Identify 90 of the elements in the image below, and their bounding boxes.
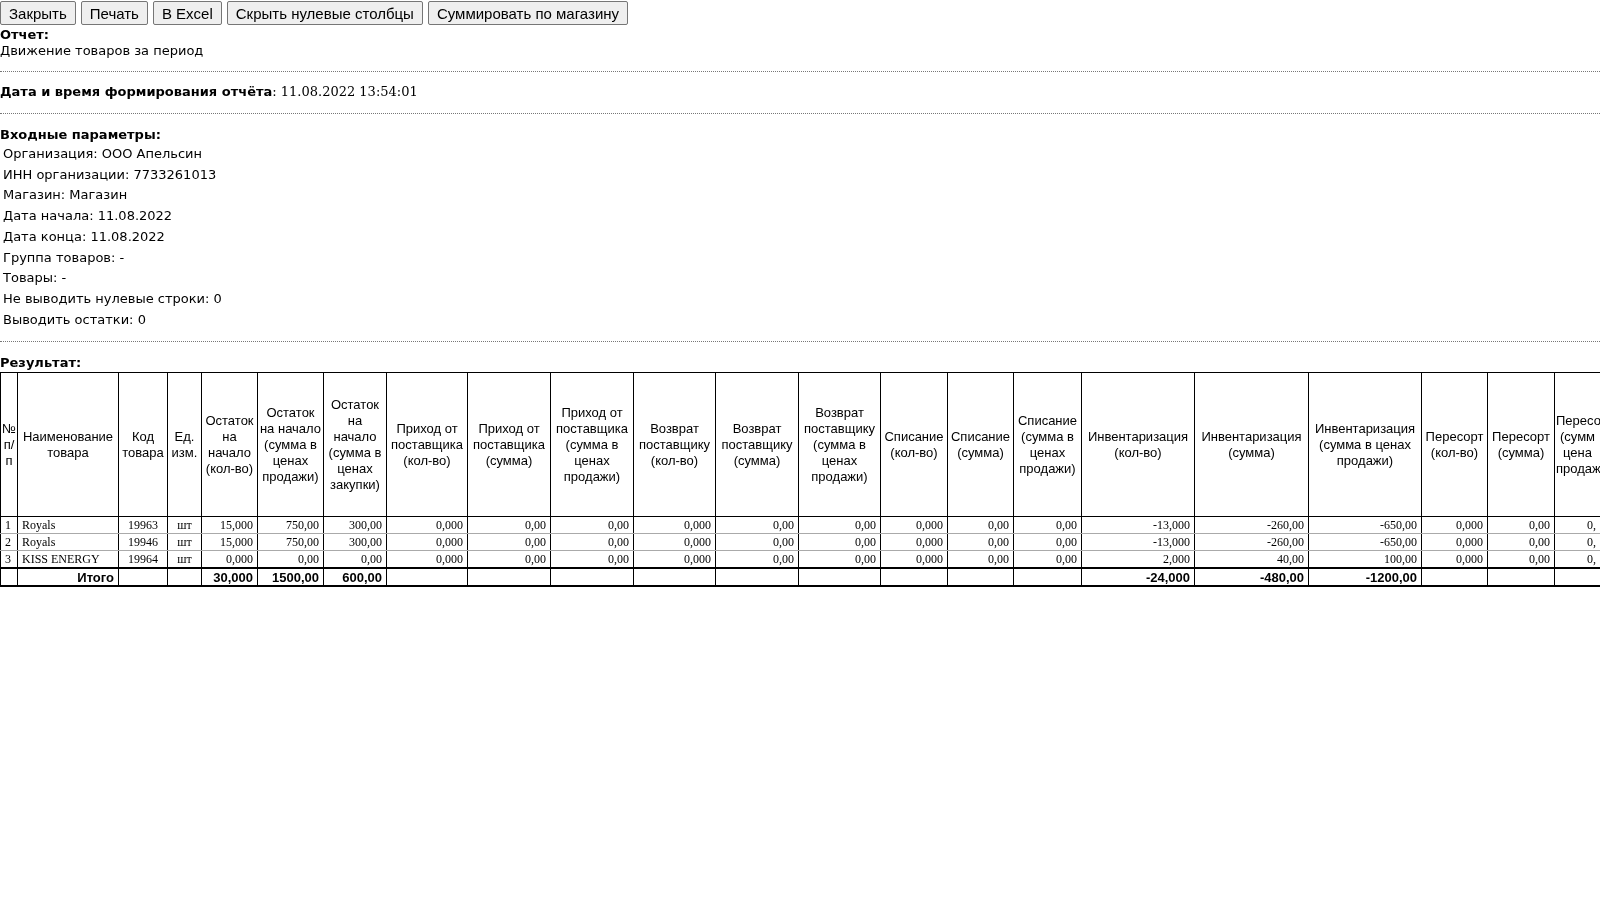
table-cell: шт (167, 533, 202, 551)
table-cell: 0,00 (1487, 533, 1555, 551)
report-label: Отчет: (0, 27, 51, 43)
column-header: Ед. изм. (167, 372, 202, 517)
table-cell: 0,00 (1013, 516, 1082, 534)
generated-timestamp: Дата и время формирования отчёта: 11.08.2022 13:54:01 (0, 84, 419, 100)
table-cell: 750,00 (257, 533, 324, 551)
table-cell: 0,00 (467, 516, 551, 534)
toolbar-button[interactable]: Закрыть (0, 1, 76, 25)
table-cell: 0,000 (633, 516, 716, 534)
param-line: Не выводить нулевые строки: 0 (3, 289, 223, 308)
table-cell: 0,00 (798, 516, 881, 534)
table-cell: 15,000 (201, 533, 258, 551)
column-header: Возврат поставщику (сумма в ценах продажи) (798, 372, 881, 517)
column-header: Остаток на начало (сумма в ценах закупки) (323, 372, 387, 517)
table-cell: 0,000 (880, 533, 948, 551)
column-header: Возврат поставщику (кол-во) (633, 372, 716, 517)
table-cell: 1 (0, 516, 18, 534)
table-cell: 0,000 (1421, 516, 1488, 534)
table-cell: 0,00 (550, 533, 634, 551)
table-cell: Royals (17, 533, 119, 551)
column-header: Инвентаризация (кол-во) (1081, 372, 1195, 517)
table-cell: 0,000 (386, 516, 468, 534)
table-cell: 0,00 (798, 533, 881, 551)
table-cell: -260,00 (1194, 533, 1309, 551)
param-line: ИНН организации: 7733261013 (3, 165, 218, 184)
column-header: Инвентаризация (сумма) (1194, 372, 1309, 517)
toolbar-button[interactable]: Скрыть нулевые столбцы (226, 1, 423, 25)
table-cell: 0,000 (880, 516, 948, 534)
table-cell: 0,000 (386, 533, 468, 551)
table-cell: 750,00 (257, 516, 324, 534)
param-line: Дата начала: 11.08.2022 (3, 207, 174, 226)
table-cell: 15,000 (201, 516, 258, 534)
total-cell: -1200,00 (1308, 568, 1422, 587)
column-header: Приход от поставщика (сумма в ценах продажи) (550, 372, 634, 517)
column-header: Приход от поставщика (сумма) (467, 372, 551, 517)
column-header: Остаток на начало (кол-во) (201, 372, 258, 517)
param-line: Организация: ООО Апельсин (3, 145, 204, 163)
column-header: Списание (сумма в ценах продажи) (1013, 372, 1082, 517)
column-header: Код товара (118, 372, 168, 517)
params-heading: Входные параметры: (0, 127, 162, 143)
total-cell: 30,000 (201, 568, 258, 587)
table-cell: 0,00 (1013, 533, 1082, 551)
param-line: Группа товаров: - (3, 248, 126, 267)
total-cell: Итого (17, 568, 119, 587)
toolbar-button[interactable]: В Excel (152, 1, 222, 25)
result-heading: Результат: (0, 355, 83, 372)
column-header: Возврат поставщику (сумма) (715, 372, 799, 517)
total-cell: -480,00 (1194, 568, 1309, 587)
table-cell: 300,00 (323, 516, 387, 534)
table-cell: -13,000 (1081, 533, 1195, 551)
table-cell: 0,00 (947, 516, 1014, 534)
table-cell: 0,00 (1487, 516, 1555, 534)
param-line: Магазин: Магазин (3, 186, 129, 205)
table-cell: шт (167, 516, 202, 534)
table-cell: 2 (0, 533, 18, 551)
table-cell: -13,000 (1081, 516, 1195, 534)
column-header: Пересорт (кол-во) (1421, 372, 1488, 517)
param-line: Дата конца: 11.08.2022 (3, 227, 166, 246)
table-cell: 19963 (118, 516, 168, 534)
table-cell: 0,000 (1421, 533, 1488, 551)
total-cell: -24,000 (1081, 568, 1195, 587)
toolbar-button[interactable]: Печать (80, 1, 148, 25)
column-header: Приход от поставщика (кол-во) (386, 372, 468, 517)
table-cell: 0,00 (467, 533, 551, 551)
table-cell: 19946 (118, 533, 168, 551)
total-cell: 600,00 (323, 568, 387, 587)
table-cell: Royals (17, 516, 119, 534)
column-header: Инвентаризация (сумма в ценах продажи) (1308, 372, 1422, 517)
table-cell: 3 (0, 550, 18, 569)
table-cell: 0,00 (715, 533, 799, 551)
toolbar-button[interactable]: Суммировать по магазину (427, 1, 629, 25)
column-header: Остаток на начало (сумма в ценах продажи) (257, 372, 324, 517)
column-header: Наименование товара (17, 372, 119, 517)
total-cell: 1500,00 (257, 568, 324, 587)
column-header: Списание (кол-во) (880, 372, 948, 517)
table-cell: 0,00 (550, 516, 634, 534)
table-cell: -650,00 (1308, 533, 1422, 551)
table-cell: -650,00 (1308, 516, 1422, 534)
param-line: Товары: - (3, 269, 68, 288)
column-header: Списание (сумма) (947, 372, 1014, 517)
table-cell: 0,000 (633, 533, 716, 551)
report-name: Движение товаров за период (0, 43, 205, 59)
table-cell: -260,00 (1194, 516, 1309, 534)
table-cell: 0,00 (715, 516, 799, 534)
column-header: Пересорт (сумма) (1487, 372, 1555, 517)
param-line: Выводить остатки: 0 (3, 310, 147, 329)
table-cell: 0,00 (947, 533, 1014, 551)
column-header: № п/п (0, 372, 18, 517)
table-cell: 300,00 (323, 533, 387, 551)
